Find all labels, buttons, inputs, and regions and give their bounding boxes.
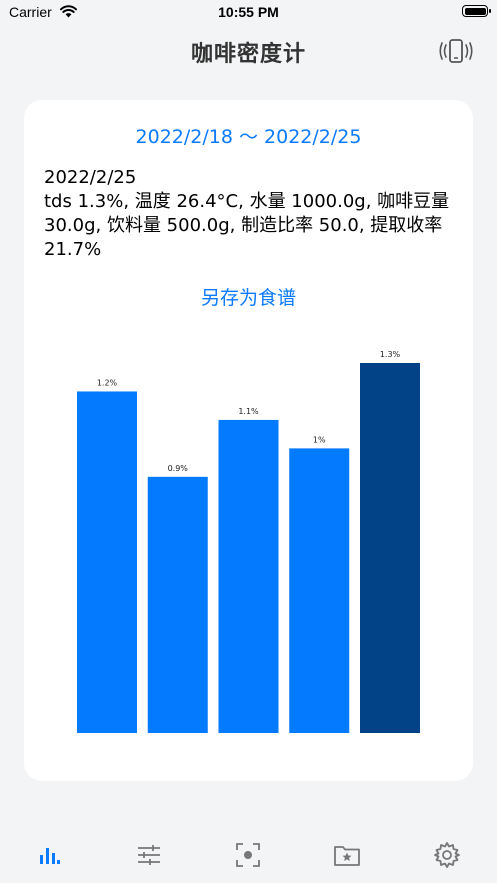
bar-value-label: 1% — [313, 435, 326, 444]
bar-value-label: 1.1% — [238, 407, 259, 416]
bar-value-label: 1.3% — [380, 350, 401, 359]
measurement-card: 2022/2/18 ～ 2022/2/25 2022/2/25 tds 1.3%… — [24, 100, 473, 781]
bar-value-label: 1.2% — [97, 378, 118, 387]
bar-chart-icon[interactable] — [34, 840, 64, 870]
page-title: 咖啡密度计 — [190, 42, 306, 67]
status-time: 10:55 PM — [218, 4, 279, 20]
chart-bar[interactable] — [147, 476, 208, 733]
battery-icon — [462, 5, 491, 17]
bar-value-label: 0.9% — [168, 464, 189, 473]
date-range-selector[interactable]: 2022/2/18 ～ 2022/2/25 — [24, 122, 473, 149]
measurement-summary: tds 1.3%, 温度 26.4°C, 水量 1000.0g, 咖啡豆量 30… — [44, 191, 450, 260]
chart-bar[interactable] — [218, 419, 279, 733]
tds-bar-chart: 1.2% 0.9% 1.1% 1% 1.3% — [77, 350, 420, 733]
sliders-icon[interactable] — [134, 840, 164, 870]
phone-vibrate-icon[interactable] — [439, 39, 473, 63]
tab-bar — [0, 820, 497, 883]
selected-date: 2022/2/25 — [44, 167, 137, 188]
gear-icon[interactable] — [432, 840, 462, 870]
chart-bar[interactable] — [360, 363, 420, 733]
chart-bar[interactable] — [77, 391, 137, 733]
chart-bar[interactable] — [289, 448, 350, 733]
folder-star-icon[interactable] — [332, 840, 362, 870]
save-as-recipe-button[interactable]: 另存为食谱 — [24, 283, 473, 310]
scan-icon[interactable] — [233, 840, 263, 870]
status-bar: Carrier 10:55 PM — [0, 0, 497, 26]
